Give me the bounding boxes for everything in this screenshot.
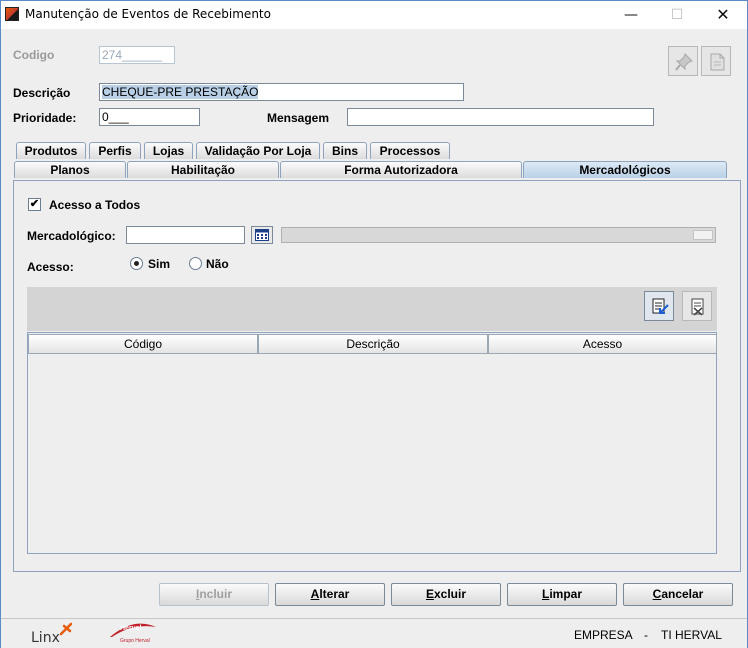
document-icon: [710, 53, 725, 71]
scroll-thumb[interactable]: [693, 230, 713, 240]
tab-perfis[interactable]: Perfis: [89, 142, 141, 159]
column-header-acesso[interactable]: Acesso: [488, 334, 717, 354]
delete-document-icon: [691, 298, 704, 316]
grid-toolbar: [27, 287, 717, 331]
app-icon: [5, 7, 19, 21]
mensagem-label: Mensagem: [267, 111, 330, 125]
herval-logo: Herval Grupo Herval: [108, 621, 158, 647]
radio-sim[interactable]: [130, 257, 143, 270]
incluir-button[interactable]: Incluir: [159, 583, 269, 606]
tab-bins[interactable]: Bins: [323, 142, 367, 159]
minimize-button[interactable]: —: [608, 1, 654, 29]
tab-validacao-por-loja[interactable]: Validação Por Loja: [196, 142, 320, 159]
tab-produtos[interactable]: Produtos: [16, 142, 86, 159]
limpar-button[interactable]: Limpar: [507, 583, 617, 606]
mercadologico-description-bar: [281, 227, 716, 243]
descricao-field[interactable]: CHEQUE-PRE PRESTAÇÃO: [99, 83, 464, 101]
linx-logo: Linx: [31, 622, 77, 647]
radio-nao[interactable]: [189, 257, 202, 270]
descricao-label: Descrição: [13, 86, 71, 100]
tab-processos[interactable]: Processos: [370, 142, 450, 159]
pin-icon: [675, 53, 693, 71]
mercadologico-field[interactable]: [126, 226, 245, 244]
window-title: Manutenção de Eventos de Recebimento: [25, 7, 271, 21]
codigo-label: Codigo: [13, 48, 55, 62]
status-bar: Linx Herval Grupo Herval EMPRESA - TI HE…: [1, 618, 747, 648]
document-button[interactable]: [701, 46, 731, 76]
prioridade-label: Prioridade:: [13, 111, 77, 125]
linx-star-icon: [59, 622, 73, 636]
mensagem-field[interactable]: [347, 108, 654, 126]
alterar-button[interactable]: Alterar: [275, 583, 385, 606]
acesso-todos-label: Acesso a Todos: [49, 198, 141, 212]
tab-forma-autorizadora[interactable]: Forma Autorizadora: [280, 161, 522, 178]
cancelar-button[interactable]: Cancelar: [623, 583, 733, 606]
tab-habilitacao[interactable]: Habilitação: [127, 161, 279, 178]
add-document-icon: [652, 298, 669, 314]
mercadologicos-table: Código Descrição Acesso: [27, 332, 717, 554]
column-header-descricao[interactable]: Descrição: [258, 334, 488, 354]
status-separator: -: [644, 628, 648, 642]
close-button[interactable]: ✕: [700, 1, 746, 29]
column-header-codigo[interactable]: Código: [28, 334, 258, 354]
tab-planos[interactable]: Planos: [14, 161, 126, 178]
tab-lojas[interactable]: Lojas: [144, 142, 193, 159]
delete-row-button[interactable]: [682, 291, 712, 321]
prioridade-field[interactable]: 0___: [99, 108, 200, 126]
acesso-todos-checkbox[interactable]: ✔: [28, 198, 41, 211]
pin-button[interactable]: [668, 46, 698, 76]
empresa-label: EMPRESA: [574, 628, 633, 642]
mercadologico-label: Mercadológico:: [27, 229, 116, 243]
radio-nao-label: Não: [206, 257, 229, 271]
excluir-button[interactable]: Excluir: [391, 583, 501, 606]
title-bar: Manutenção de Eventos de Recebimento — ☐…: [1, 1, 747, 29]
codigo-field[interactable]: 274______: [99, 46, 175, 64]
add-row-button[interactable]: [644, 291, 674, 321]
maximize-button[interactable]: ☐: [654, 1, 700, 29]
radio-sim-label: Sim: [148, 257, 171, 271]
main-window: Manutenção de Eventos de Recebimento — ☐…: [0, 0, 748, 648]
empresa-value: TI HERVAL: [661, 628, 722, 642]
calendar-button[interactable]: [251, 226, 273, 244]
acesso-label: Acesso:: [27, 260, 74, 274]
calendar-icon: [255, 229, 269, 241]
tab-mercadologicos[interactable]: Mercadológicos: [523, 161, 727, 178]
table-header: Código Descrição Acesso: [28, 334, 717, 354]
